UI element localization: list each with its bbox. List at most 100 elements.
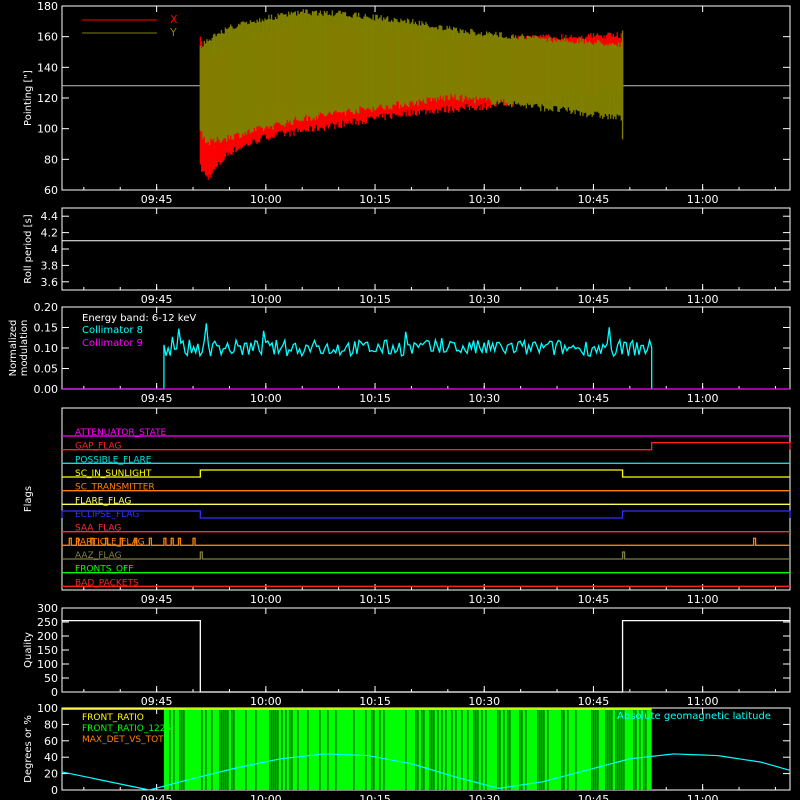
flag-line (62, 442, 791, 451)
y-tick-label: 0 (51, 686, 58, 699)
x-tick-label: 11:00 (687, 293, 719, 306)
series-collimator-8 (62, 323, 653, 390)
x-tick-label: 11:00 (687, 593, 719, 606)
series-front-ratio-1225-fill (163, 708, 652, 790)
x-tick-label: 10:45 (578, 392, 610, 405)
y-tick-label: 100 (37, 123, 58, 136)
y-tick-label: 60 (44, 184, 58, 197)
y-tick-label: 100 (37, 702, 58, 715)
panel-4: 09:45 10:00 10:15 10:30 10:45 11:00 Flags ATTEN… (23, 407, 791, 606)
x-tick-label: 09:45 (141, 695, 173, 708)
plot-frame (61, 207, 791, 291)
flag-label: AAZ_FLAG (75, 551, 122, 561)
flag-line (62, 551, 790, 560)
flag-label: ATTENUATOR_STATE (75, 428, 167, 438)
x-tick-label: 10:30 (468, 293, 500, 306)
x-tick-label: 09:45 (141, 593, 173, 606)
flag-label: ECLIPSE_FLAG (75, 510, 139, 520)
x-tick-label: 10:45 (578, 793, 610, 800)
y-tick-label: 250 (37, 616, 58, 629)
energy-band-annotation: Energy band: 6-12 keV (82, 313, 196, 324)
panel-3: 09:45 10:00 10:15 10:30 10:45 11:00 0.00 0.05 0.… (8, 301, 791, 405)
x-tick-label: 09:45 (141, 793, 173, 800)
y-tick-label: 0.15 (34, 322, 59, 335)
x-tick-label: 11:00 (687, 193, 719, 206)
y-tick-label: 0.10 (34, 342, 59, 355)
x-tick-label: 10:15 (359, 293, 391, 306)
panel-5: 09:45 10:00 10:15 10:30 10:45 11:000501001502… (23, 602, 791, 708)
y-tick-label: 0.00 (34, 383, 59, 396)
y-tick-label: 140 (37, 61, 58, 74)
y-axis-label: Roll period [s] (23, 214, 34, 283)
x-tick-label: 11:00 (687, 392, 719, 405)
y-tick-label: 80 (44, 718, 58, 731)
lightcurve-panel-stack: 09:45 10:00 10:15 10:30 10:45 11:00 60 80 100 120… (8, 0, 791, 800)
flag-label: FLARE_FLAG (75, 496, 131, 506)
x-tick-label: 10:00 (250, 193, 282, 206)
legend-label: FRONT_RATIO (82, 713, 144, 723)
x-tick-label: 10:15 (359, 392, 391, 405)
y-tick-label: 160 (37, 31, 58, 44)
legend-label: Collimator 8 (82, 325, 143, 336)
x-tick-label: 10:15 (359, 193, 391, 206)
panel-1: 09:45 10:00 10:15 10:30 10:45 11:00 60 80 100 120… (23, 0, 791, 206)
x-tick-label: 11:00 (687, 695, 719, 708)
x-tick-label: 09:45 (141, 392, 173, 405)
x-tick-label: 10:30 (468, 793, 500, 800)
x-tick-label: 10:15 (359, 695, 391, 708)
y-tick-label: 3.6 (41, 276, 59, 289)
panel-2: 09:45 10:00 10:15 10:30 10:45 11:00 3.6 3.8 4 4.2… (23, 207, 791, 306)
flag-label: POSSIBLE_FLARE (75, 455, 152, 465)
y-tick-label: 150 (37, 644, 58, 657)
y-tick-label: 4 (51, 243, 58, 256)
x-tick-label: 10:45 (578, 293, 610, 306)
x-tick-label: 10:00 (250, 392, 282, 405)
y-tick-label: 3.8 (41, 259, 59, 272)
y-axis-label: Degrees or % (23, 715, 34, 783)
y-axis-label: Pointing ["] (23, 70, 34, 126)
x-tick-label: 09:45 (141, 193, 173, 206)
quality-line (62, 619, 790, 693)
x-tick-label: 10:00 (250, 695, 282, 708)
flag-line (61, 510, 791, 519)
y-axis-label: Flags (23, 486, 34, 512)
legend-label: MAX_DET_VS_TOT (82, 735, 164, 745)
series-y-envelope (199, 9, 624, 146)
flag-label: SAA_FLAG (75, 524, 121, 534)
y-axis-label: modulation (19, 320, 30, 377)
plot-frame (61, 407, 791, 591)
flag-label: GAP_FLAG (75, 442, 121, 452)
x-tick-label: 10:15 (359, 793, 391, 800)
flag-label: SC_IN_SUNLIGHT (75, 469, 152, 479)
geomagnetic-annotation: Absolute geomagnetic latitude (617, 711, 771, 722)
x-tick-label: 10:45 (578, 593, 610, 606)
flag-label: FRONTS_OFF (75, 565, 133, 575)
y-tick-label: 20 (44, 768, 58, 781)
y-tick-label: 60 (44, 735, 58, 748)
x-tick-label: 10:00 (250, 793, 282, 800)
y-tick-label: 100 (37, 658, 58, 671)
x-tick-label: 11:00 (687, 793, 719, 800)
y-tick-label: 4.2 (41, 227, 59, 240)
y-tick-label: 120 (37, 92, 58, 105)
y-axis-label: Quality (23, 632, 34, 668)
x-tick-label: 10:45 (578, 695, 610, 708)
y-tick-label: 200 (37, 630, 58, 643)
x-tick-label: 10:30 (468, 392, 500, 405)
legend-label: Y (169, 26, 177, 39)
legend-label: X (170, 13, 178, 26)
x-tick-label: 10:30 (468, 695, 500, 708)
x-tick-label: 10:30 (468, 193, 500, 206)
y-tick-label: 300 (37, 602, 58, 615)
y-tick-label: 0 (51, 784, 58, 797)
legend-label: FRONT_RATIO_1225 (82, 724, 171, 734)
x-tick-label: 10:00 (250, 293, 282, 306)
flag-label: BAD_PACKETS (75, 578, 139, 588)
x-tick-label: 10:15 (359, 593, 391, 606)
x-tick-label: 10:45 (578, 193, 610, 206)
panel-6: 09:45 10:00 10:15 10:30 10:45 11:00 0 20 40 60 80 1… (23, 702, 791, 800)
y-tick-label: 80 (44, 153, 58, 166)
flag-line (62, 537, 790, 546)
y-tick-label: 4.4 (41, 210, 59, 223)
y-tick-label: 0.05 (34, 363, 59, 376)
